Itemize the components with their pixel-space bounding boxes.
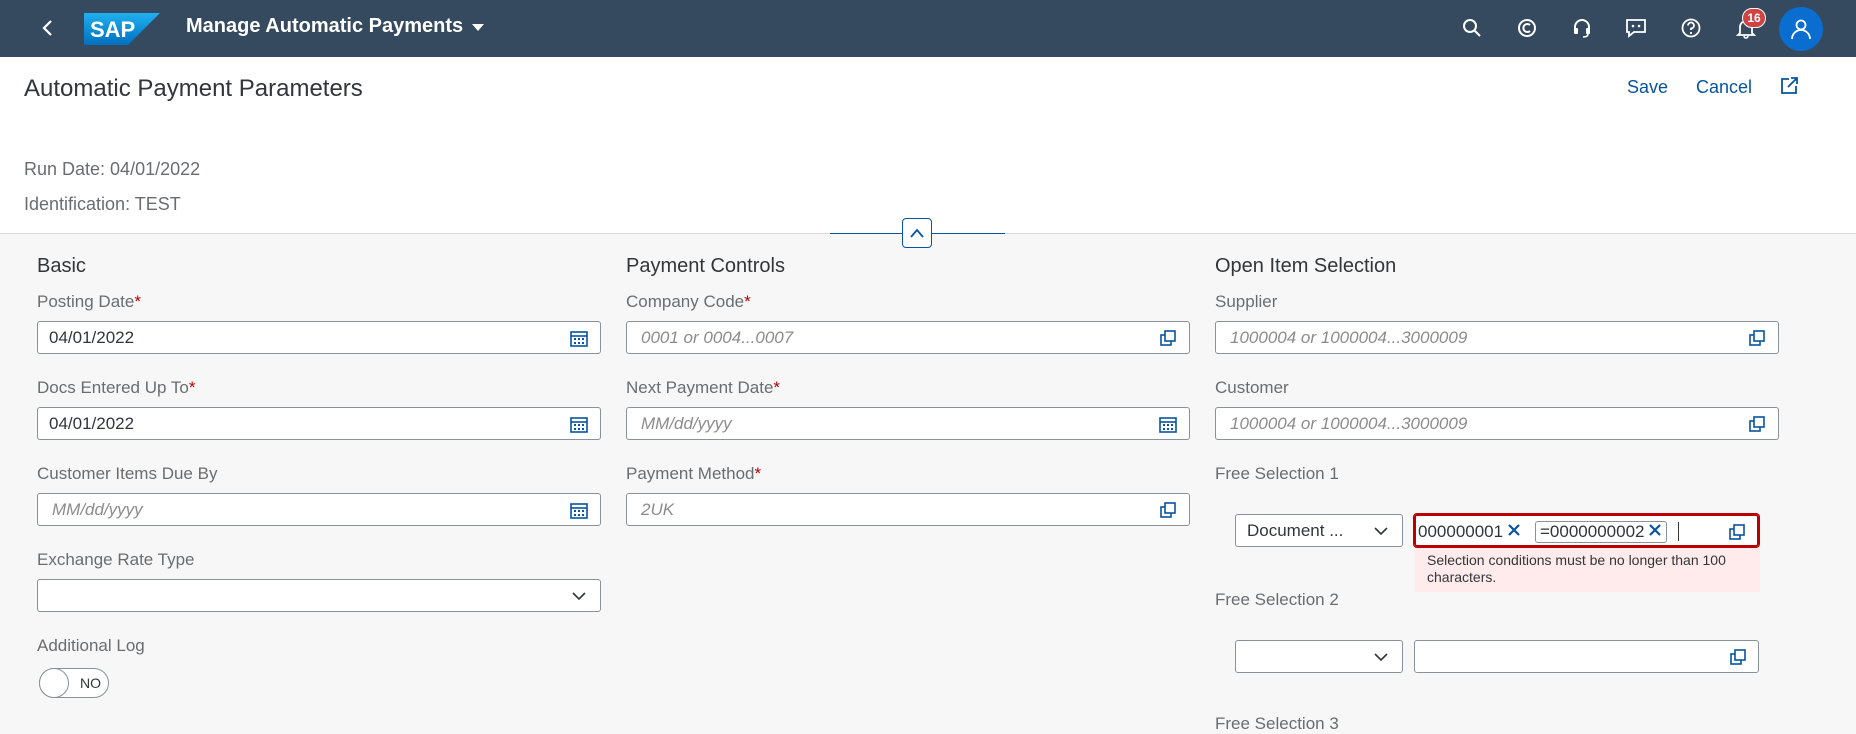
- caret-down-icon: [471, 15, 485, 38]
- required-marker: *: [744, 292, 751, 311]
- back-icon[interactable]: [34, 14, 62, 42]
- free-selection-2-field-select[interactable]: [1235, 640, 1403, 673]
- docs-entered-field[interactable]: 04/01/2022: [37, 407, 601, 440]
- calendar-icon[interactable]: [1158, 414, 1178, 434]
- chevron-down-icon[interactable]: [1371, 647, 1391, 667]
- free-selection-1-multi-input[interactable]: 000000001 =0000000002: [1413, 513, 1760, 548]
- close-icon[interactable]: [1648, 522, 1662, 542]
- value-help-icon[interactable]: [1727, 522, 1747, 542]
- share-icon[interactable]: [1778, 75, 1800, 102]
- toggle-state: NO: [80, 675, 101, 691]
- object-header: Automatic Payment Parameters Save Cancel…: [0, 57, 1856, 234]
- open-item-title: Open Item Selection: [1215, 255, 1397, 277]
- token[interactable]: 000000001: [1418, 521, 1521, 543]
- calendar-icon[interactable]: [569, 328, 589, 348]
- user-avatar[interactable]: [1779, 7, 1823, 51]
- required-marker: *: [188, 378, 196, 397]
- customer-placeholder: 1000004 or 1000004...3000009: [1230, 414, 1468, 433]
- value-help-icon[interactable]: [1747, 414, 1767, 434]
- headset-icon[interactable]: [1568, 14, 1596, 42]
- save-button[interactable]: Save: [1627, 77, 1668, 98]
- company-code-field[interactable]: 0001 or 0004...0007: [626, 321, 1190, 354]
- company-code-placeholder: 0001 or 0004...0007: [641, 328, 794, 347]
- posting-date-field[interactable]: 04/01/2022: [37, 321, 601, 354]
- notification-badge: 16: [1742, 8, 1766, 28]
- text-cursor: [1678, 522, 1679, 541]
- chevron-up-icon: [910, 228, 924, 238]
- free-selection-1-field-select[interactable]: Document ...: [1235, 514, 1403, 547]
- copilot-icon[interactable]: [1513, 14, 1541, 42]
- additional-log-toggle[interactable]: NO: [39, 668, 109, 698]
- free-selection-3-label: Free Selection 3: [1215, 714, 1339, 733]
- app-title-menu[interactable]: Manage Automatic Payments: [186, 15, 485, 38]
- calendar-icon[interactable]: [569, 500, 589, 520]
- close-icon[interactable]: [1507, 522, 1521, 542]
- user-icon: [1791, 19, 1811, 40]
- customer-label: Customer: [1215, 378, 1289, 397]
- exchange-rate-select[interactable]: [37, 579, 601, 612]
- exchange-rate-label: Exchange Rate Type: [37, 550, 195, 569]
- customer-items-label: Customer Items Due By: [37, 464, 218, 483]
- supplier-placeholder: 1000004 or 1000004...3000009: [1230, 328, 1468, 347]
- customer-items-field[interactable]: MM/dd/yyyy: [37, 493, 601, 526]
- feedback-icon[interactable]: [1622, 14, 1650, 42]
- posting-date-label: Posting Date*: [37, 292, 141, 311]
- shell-bar: SAP Manage Automatic Payments 16: [0, 0, 1856, 57]
- required-marker: *: [773, 378, 781, 397]
- next-payment-field[interactable]: MM/dd/yyyy: [626, 407, 1190, 440]
- docs-entered-value: 04/01/2022: [49, 414, 135, 433]
- free-selection-1-field-value: Document ...: [1247, 521, 1344, 540]
- app-title: Manage Automatic Payments: [186, 15, 464, 37]
- payment-method-placeholder: 2UK: [641, 500, 675, 519]
- value-help-icon[interactable]: [1747, 328, 1767, 348]
- page-title: Automatic Payment Parameters: [24, 75, 363, 102]
- payment-method-label: Payment Method*: [626, 464, 762, 483]
- token-text: 000000001: [1418, 522, 1504, 541]
- value-help-icon[interactable]: [1728, 647, 1748, 667]
- customer-field[interactable]: 1000004 or 1000004...3000009: [1215, 407, 1779, 440]
- posting-date-value: 04/01/2022: [49, 328, 135, 347]
- payment-method-field[interactable]: 2UK: [626, 493, 1190, 526]
- free-selection-2-multi-input[interactable]: [1414, 640, 1759, 673]
- chevron-down-icon[interactable]: [1371, 521, 1391, 541]
- token-text: =0000000002: [1540, 522, 1645, 541]
- sap-logo: SAP: [84, 13, 160, 50]
- customer-items-placeholder: MM/dd/yyyy: [52, 500, 143, 519]
- free-selection-1-label: Free Selection 1: [1215, 464, 1339, 483]
- next-payment-placeholder: MM/dd/yyyy: [641, 414, 732, 433]
- required-marker: *: [754, 464, 762, 483]
- value-help-icon[interactable]: [1158, 328, 1178, 348]
- free-selection-2-label: Free Selection 2: [1215, 590, 1339, 609]
- company-code-label: Company Code*: [626, 292, 751, 311]
- chevron-down-icon[interactable]: [569, 586, 589, 606]
- supplier-field[interactable]: 1000004 or 1000004...3000009: [1215, 321, 1779, 354]
- next-payment-label: Next Payment Date*: [626, 378, 781, 397]
- validation-error-message: Selection conditions must be no longer t…: [1415, 548, 1760, 592]
- search-icon[interactable]: [1458, 14, 1486, 42]
- calendar-icon[interactable]: [569, 414, 589, 434]
- help-icon[interactable]: [1677, 14, 1705, 42]
- collapse-header-button[interactable]: [902, 218, 932, 248]
- payment-controls-title: Payment Controls: [626, 255, 785, 277]
- basic-section-title: Basic: [37, 255, 86, 277]
- cancel-button[interactable]: Cancel: [1696, 77, 1752, 98]
- additional-log-label: Additional Log: [37, 636, 145, 655]
- value-help-icon[interactable]: [1158, 500, 1178, 520]
- toggle-knob: [39, 668, 69, 698]
- identification: Identification: TEST: [24, 194, 181, 214]
- run-date: Run Date: 04/01/2022: [24, 159, 201, 179]
- docs-entered-label: Docs Entered Up To*: [37, 378, 196, 397]
- supplier-label: Supplier: [1215, 292, 1278, 311]
- required-marker: *: [134, 292, 141, 311]
- token[interactable]: =0000000002: [1535, 521, 1668, 543]
- sap-logo-text: SAP: [90, 17, 135, 42]
